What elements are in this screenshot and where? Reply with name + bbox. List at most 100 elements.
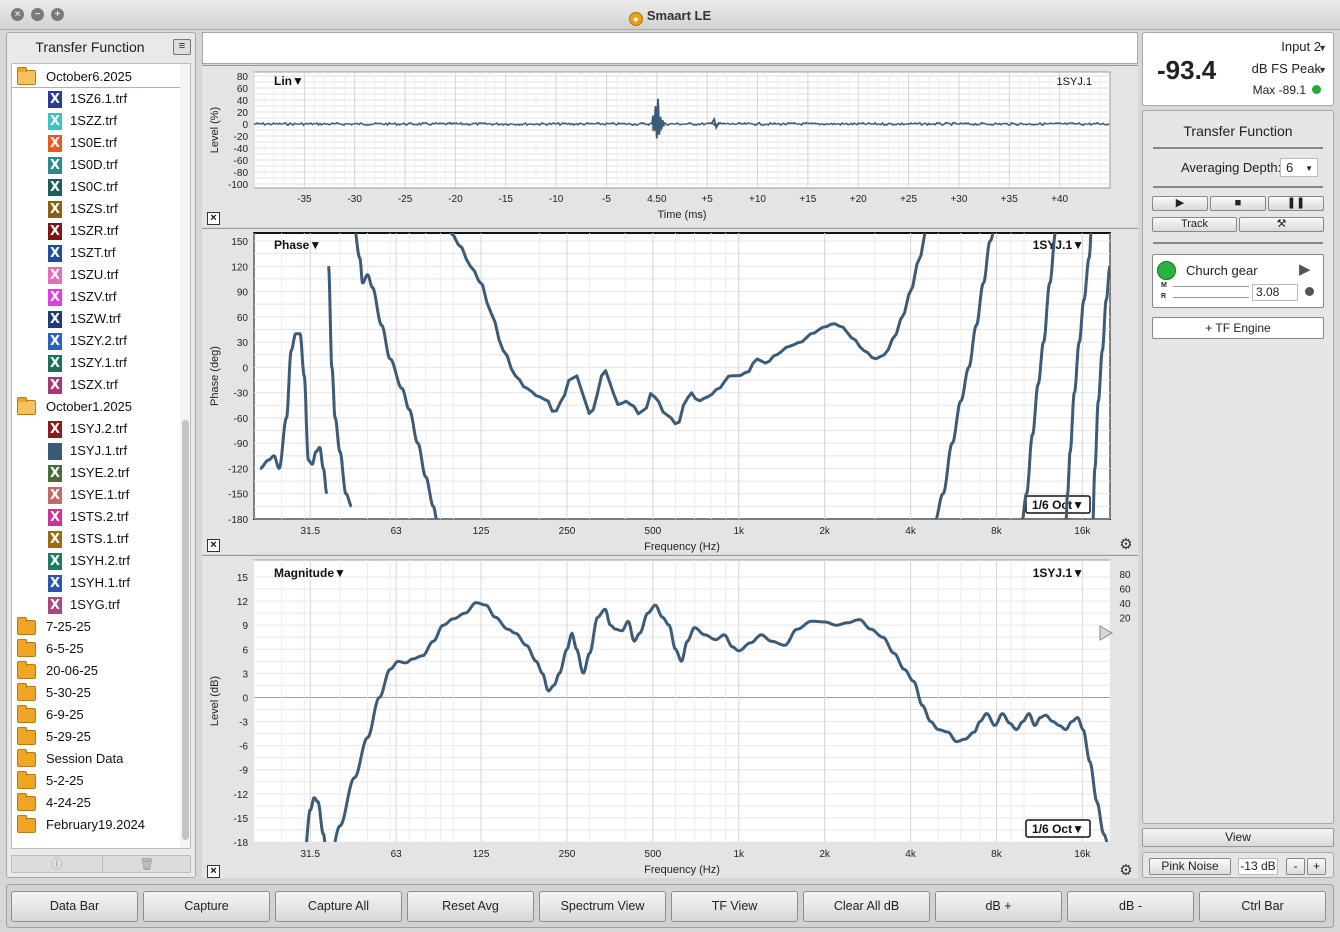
level-down-button[interactable]: - bbox=[1286, 858, 1305, 875]
gear-icon[interactable]: ⚙ bbox=[1118, 537, 1134, 553]
file-item[interactable]: X 1SZR.trf bbox=[12, 220, 180, 242]
tree-item-label: 1S0C.trf bbox=[70, 179, 118, 194]
ctrl-bar-button[interactable]: Ctrl Bar bbox=[1199, 891, 1326, 922]
file-item[interactable]: X 1SYE.2.trf bbox=[12, 462, 180, 484]
tree-item-label: 1SYE.1.trf bbox=[70, 487, 130, 502]
tools-button[interactable]: ⚒ bbox=[1239, 217, 1324, 232]
x-tick-label: 4k bbox=[905, 849, 917, 860]
file-item[interactable]: X 1S0E.trf bbox=[12, 132, 180, 154]
folder-item[interactable]: 7-25-25 bbox=[12, 616, 180, 638]
y-tick-label: 12 bbox=[237, 597, 249, 608]
file-item[interactable]: X 1STS.2.trf bbox=[12, 506, 180, 528]
tree-item-label: 1SZS.trf bbox=[70, 201, 118, 216]
plot-background bbox=[253, 232, 1111, 520]
file-item[interactable]: X 1SYJ.2.trf bbox=[12, 418, 180, 440]
file-item[interactable]: X 1SZU.trf bbox=[12, 264, 180, 286]
ref-level-slider[interactable] bbox=[1173, 297, 1249, 298]
file-item[interactable]: X 1SZY.1.trf bbox=[12, 352, 180, 374]
level-meter: -93.4 Input 2 ▼ dB FS Peak ▼ Max -89.1 bbox=[1142, 32, 1334, 106]
folder-item[interactable]: 5-30-25 bbox=[12, 682, 180, 704]
measurement-active-icon[interactable] bbox=[1157, 261, 1176, 280]
tree-item-label: 1SZY.2.trf bbox=[70, 333, 127, 348]
file-item[interactable]: X 1SZV.trf bbox=[12, 286, 180, 308]
folder-item[interactable]: October6.2025 bbox=[12, 66, 180, 88]
file-item[interactable]: X 1S0C.trf bbox=[12, 176, 180, 198]
y-tick-label: -12 bbox=[234, 790, 249, 801]
file-item[interactable]: X 1SZX.trf bbox=[12, 374, 180, 396]
file-item[interactable]: 1SYJ.1.trf bbox=[12, 440, 180, 462]
folder-item[interactable]: Session Data bbox=[12, 748, 180, 770]
close-plot-icon[interactable]: × bbox=[207, 212, 220, 225]
y-tick-label: 9 bbox=[242, 621, 248, 632]
folder-item[interactable]: 20-06-25 bbox=[12, 660, 180, 682]
gear-icon[interactable]: ⚙ bbox=[1118, 863, 1134, 879]
info-icon[interactable]: ⓘ bbox=[12, 856, 101, 872]
close-plot-icon[interactable]: × bbox=[207, 865, 220, 878]
folder-item[interactable]: 4-24-25 bbox=[12, 792, 180, 814]
delay-field[interactable]: 3.08 bbox=[1252, 284, 1298, 301]
file-browser-menu-button[interactable]: ≡ bbox=[173, 39, 191, 55]
file-item[interactable]: X 1SZ6.1.trf bbox=[12, 88, 180, 110]
pink-noise-button[interactable]: Pink Noise bbox=[1149, 858, 1231, 875]
trash-icon[interactable]: 🗑 bbox=[102, 856, 191, 872]
meter-mode-select[interactable]: dB FS Peak bbox=[1252, 61, 1321, 76]
trf-file-icon: X bbox=[48, 509, 62, 526]
file-item[interactable]: X 1SYG.trf bbox=[12, 594, 180, 616]
spectrum-view-button[interactable]: Spectrum View bbox=[539, 891, 666, 922]
capture-all-button[interactable]: Capture All bbox=[275, 891, 402, 922]
magnitude-plot[interactable]: 15129630-3-6-9-12-15-1831.5 63 125 250 500 1k… bbox=[202, 556, 1138, 879]
meas-level-slider[interactable] bbox=[1173, 286, 1249, 287]
add-tf-engine-button[interactable]: + TF Engine bbox=[1152, 317, 1324, 339]
y-tick-label: -9 bbox=[239, 766, 248, 777]
generator-level-field[interactable]: -13 dB bbox=[1238, 858, 1278, 875]
capture-button[interactable]: Capture bbox=[143, 891, 270, 922]
track-label: Track bbox=[1180, 218, 1209, 230]
measurement-card[interactable]: Church gear ▶ M R 3.08 bbox=[1152, 254, 1324, 308]
file-item[interactable]: X 1SZT.trf bbox=[12, 242, 180, 264]
close-plot-icon[interactable]: × bbox=[207, 539, 220, 552]
folder-item[interactable]: 6-9-25 bbox=[12, 704, 180, 726]
db-button[interactable]: dB - bbox=[1067, 891, 1194, 922]
file-item[interactable]: X 1SYH.1.trf bbox=[12, 572, 180, 594]
input-select[interactable]: Input 2 bbox=[1281, 39, 1321, 54]
folder-item[interactable]: February19.2024 bbox=[12, 814, 180, 836]
level-up-button[interactable]: + bbox=[1307, 858, 1326, 875]
impulse-plot[interactable]: 806040200-20-40-60-80-100-35 -30 -25 -20 -15… bbox=[202, 66, 1138, 228]
file-item[interactable]: X 1SYE.1.trf bbox=[12, 484, 180, 506]
pause-button[interactable]: ❚❚ bbox=[1268, 196, 1324, 211]
record-icon[interactable] bbox=[1305, 287, 1314, 296]
clear-all-db-button[interactable]: Clear All dB bbox=[803, 891, 930, 922]
file-item[interactable]: X 1SZY.2.trf bbox=[12, 330, 180, 352]
y-tick-label: 30 bbox=[237, 338, 249, 349]
db-button[interactable]: dB + bbox=[935, 891, 1062, 922]
chevron-down-icon[interactable]: ▼ bbox=[1318, 65, 1327, 75]
view-button[interactable]: View bbox=[1142, 828, 1334, 847]
mode-label: Magnitude▼ bbox=[274, 566, 346, 580]
data-bar-button[interactable]: Data Bar bbox=[11, 891, 138, 922]
reset-avg-button[interactable]: Reset Avg bbox=[407, 891, 534, 922]
tree-item-label: 1SZZ.trf bbox=[70, 113, 117, 128]
file-item[interactable]: X 1SYH.2.trf bbox=[12, 550, 180, 572]
track-button[interactable]: Track bbox=[1152, 217, 1237, 232]
data-bar bbox=[202, 32, 1138, 64]
chevron-down-icon[interactable]: ▼ bbox=[1318, 43, 1327, 53]
coherence-tick-label: 20 bbox=[1119, 614, 1131, 625]
folder-item[interactable]: 5-2-25 bbox=[12, 770, 180, 792]
phase-plot[interactable]: 150 120 90 60 30 0 -30 -60 -90 -120 -150 -180 31.5 63… bbox=[202, 229, 1138, 555]
file-item[interactable]: X 1SZW.trf bbox=[12, 308, 180, 330]
folder-item[interactable]: 6-5-25 bbox=[12, 638, 180, 660]
folder-item[interactable]: 5-29-25 bbox=[12, 726, 180, 748]
averaging-select[interactable]: 6 ▼ bbox=[1280, 158, 1318, 177]
play-button[interactable]: ▶ bbox=[1152, 196, 1208, 211]
file-tree-scrollbar[interactable] bbox=[180, 64, 190, 848]
scrollbar-thumb[interactable] bbox=[182, 420, 189, 840]
tf-view-button[interactable]: TF View bbox=[671, 891, 798, 922]
play-icon[interactable]: ▶ bbox=[1299, 260, 1311, 278]
trf-file-icon: X bbox=[48, 531, 62, 548]
folder-item[interactable]: October1.2025 bbox=[12, 396, 180, 418]
file-item[interactable]: X 1S0D.trf bbox=[12, 154, 180, 176]
file-item[interactable]: X 1STS.1.trf bbox=[12, 528, 180, 550]
file-item[interactable]: X 1SZZ.trf bbox=[12, 110, 180, 132]
file-item[interactable]: X 1SZS.trf bbox=[12, 198, 180, 220]
stop-button[interactable]: ■ bbox=[1210, 196, 1266, 211]
